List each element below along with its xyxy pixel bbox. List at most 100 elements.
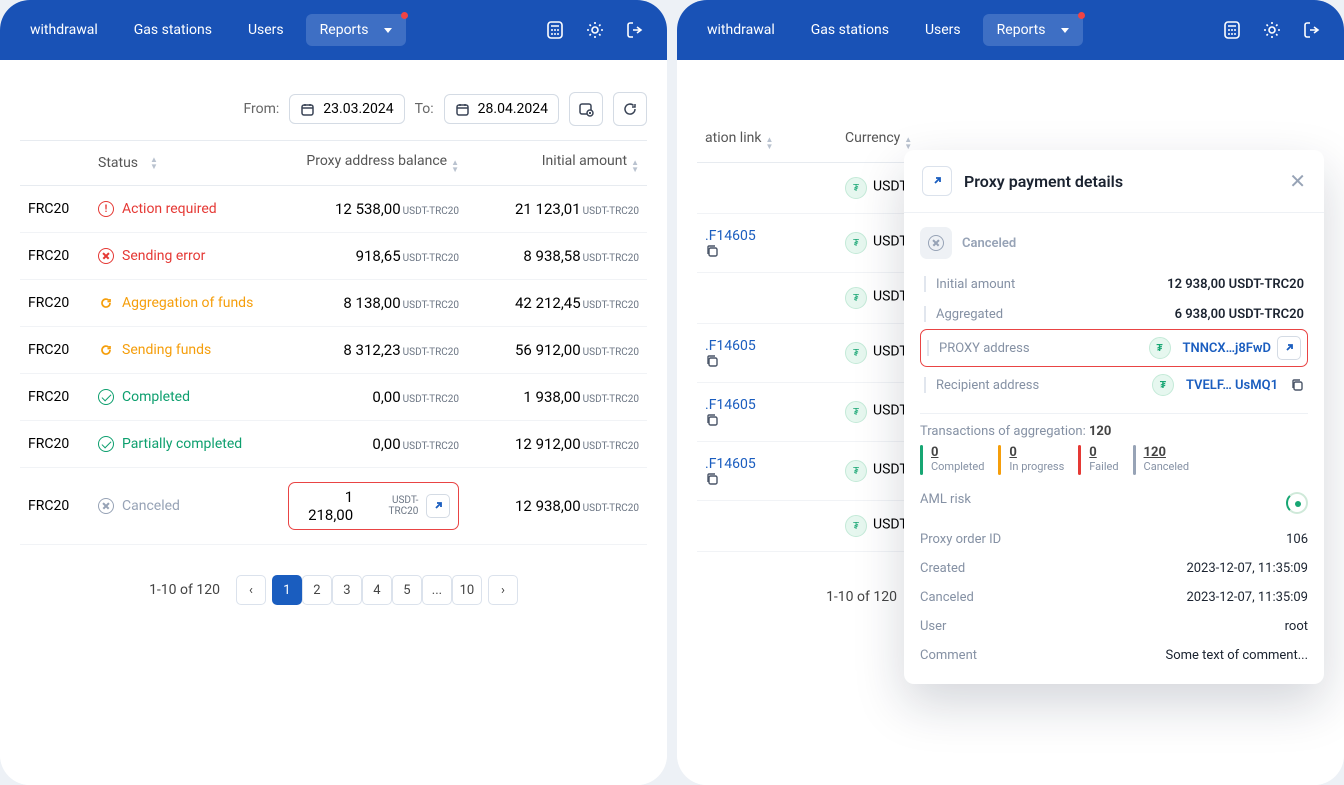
col-link[interactable]: ation link▲▼ — [697, 130, 837, 150]
page-info: 1-10 of 120 — [826, 589, 897, 605]
coin-icon: ₮ — [845, 177, 867, 199]
aml-risk-icon — [1286, 492, 1308, 514]
chevron-down-icon — [384, 28, 392, 33]
proxy-payment-details-modal: Proxy payment details ✕ Canceled Initial… — [904, 150, 1324, 684]
table-row[interactable]: FRC20 Partially completed 0,00USDT-TRC20… — [20, 421, 647, 468]
copy-button[interactable] — [705, 413, 829, 427]
page-prev[interactable]: ‹ — [236, 575, 266, 605]
page-5[interactable]: 5 — [392, 575, 422, 605]
coin-icon: ₮ — [845, 287, 867, 309]
copy-button[interactable] — [705, 244, 829, 258]
export-button[interactable] — [569, 92, 603, 126]
detail-row: Userroot — [920, 612, 1308, 641]
coin-icon: ₮ — [845, 515, 867, 537]
agg-segment: 0Completed — [920, 445, 984, 475]
page-1[interactable]: 1 — [272, 575, 302, 605]
detail-row: Proxy order ID106 — [920, 525, 1308, 554]
open-external-button[interactable] — [1277, 336, 1301, 360]
calculator-icon[interactable] — [539, 14, 571, 46]
balance-cell: 0,00USDT-TRC20 — [280, 435, 467, 453]
col-balance[interactable]: Proxy address balance▲▼ — [280, 153, 467, 173]
from-date-picker[interactable]: 23.03.2024 — [289, 94, 404, 124]
logout-icon[interactable] — [619, 14, 651, 46]
nav-users[interactable]: Users — [911, 14, 975, 46]
appbar: withdrawal Gas stations Users Reports — [0, 0, 667, 60]
table-row[interactable]: FRC20 Sending funds 8 312,23USDT-TRC20 5… — [20, 327, 647, 374]
page-4[interactable]: 4 — [362, 575, 392, 605]
canceled-icon — [920, 227, 952, 259]
status-cell: Action required — [90, 201, 280, 217]
hash-link[interactable]: .F14605 — [705, 228, 756, 244]
nav-users[interactable]: Users — [234, 14, 298, 46]
balance-cell: 8 312,23USDT-TRC20 — [280, 341, 467, 359]
status-cell: Aggregation of funds — [90, 295, 280, 311]
table-row[interactable]: FRC20 Action required 12 538,00USDT-TRC2… — [20, 186, 647, 233]
page-2[interactable]: 2 — [302, 575, 332, 605]
page-10[interactable]: 10 — [452, 575, 482, 605]
nav-gas-stations[interactable]: Gas stations — [797, 14, 903, 46]
balance-cell: 918,65USDT-TRC20 — [280, 247, 467, 265]
close-button[interactable]: ✕ — [1289, 169, 1306, 193]
from-label: From: — [243, 101, 279, 117]
status-cell: Completed — [90, 389, 280, 405]
right-app: withdrawal Gas stations Users Reports at… — [677, 0, 1344, 785]
copy-button[interactable] — [705, 472, 829, 486]
pagination: 1-10 of 120 ‹ 12345...10 › — [20, 545, 647, 615]
page-next[interactable]: › — [488, 575, 518, 605]
calendar-icon — [455, 102, 470, 117]
copy-button[interactable] — [705, 354, 829, 368]
refresh-button[interactable] — [613, 92, 647, 126]
status-row: Canceled — [920, 227, 1308, 259]
external-link-icon — [922, 166, 952, 196]
table-row[interactable]: FRC20 Canceled 1 218,00USDT-TRC20 12 938… — [20, 468, 647, 545]
hash-link[interactable]: .F14605 — [705, 456, 756, 472]
table-row[interactable]: FRC20 Sending error 918,65USDT-TRC20 8 9… — [20, 233, 647, 280]
calendar-icon — [300, 102, 315, 117]
proxy-address-link[interactable]: TNNCX…j8FwD — [1183, 341, 1272, 356]
copy-button[interactable] — [1290, 378, 1304, 392]
agg-segment: 0In progress — [998, 445, 1064, 475]
col-status[interactable]: Status▲▼ — [90, 153, 280, 173]
page-3[interactable]: 3 — [332, 575, 362, 605]
detail-row: Created2023-12-07, 11:35:09 — [920, 554, 1308, 583]
aggregation-label: Transactions of aggregation: 120 — [920, 424, 1308, 439]
nav-withdrawal[interactable]: withdrawal — [16, 14, 112, 46]
agg-segment: 120Canceled — [1133, 445, 1190, 475]
hash-link[interactable]: .F14605 — [705, 397, 756, 413]
logout-icon[interactable] — [1296, 14, 1328, 46]
table-header: Status▲▼ Proxy address balance▲▼ Initial… — [20, 141, 647, 186]
calculator-icon[interactable] — [1216, 14, 1248, 46]
modal-title: Proxy payment details — [964, 172, 1277, 191]
col-currency[interactable]: Currency▲▼ — [837, 130, 927, 150]
to-label: To: — [415, 101, 434, 117]
recipient-address-link[interactable]: TVELF… UsMQ1 — [1186, 378, 1278, 393]
nav-reports[interactable]: Reports — [306, 14, 406, 46]
nav-reports[interactable]: Reports — [983, 14, 1083, 46]
balance-cell: 0,00USDT-TRC20 — [280, 388, 467, 406]
nav-gas-stations[interactable]: Gas stations — [120, 14, 226, 46]
proxy-address-row: PROXY address₮TNNCX…j8FwD — [920, 329, 1308, 367]
detail-row: AML risk — [920, 485, 1308, 525]
initial-cell: 42 212,45USDT-TRC20 — [467, 294, 647, 312]
settings-icon[interactable] — [579, 14, 611, 46]
coin-icon: ₮ — [1149, 337, 1171, 359]
page-...[interactable]: ... — [422, 575, 452, 605]
to-date-picker[interactable]: 28.04.2024 — [444, 94, 559, 124]
table-body: FRC20 Action required 12 538,00USDT-TRC2… — [20, 186, 647, 545]
table-row[interactable]: FRC20 Completed 0,00USDT-TRC20 1 938,00U… — [20, 374, 647, 421]
coin-icon: ₮ — [845, 342, 867, 364]
open-details-button[interactable] — [426, 494, 450, 518]
col-initial[interactable]: Initial amount▲▼ — [467, 153, 647, 173]
status-cell: Sending funds — [90, 342, 280, 358]
settings-icon[interactable] — [1256, 14, 1288, 46]
coin-icon: ₮ — [1152, 374, 1174, 396]
balance-cell: 1 218,00USDT-TRC20 — [280, 482, 467, 530]
initial-cell: 1 938,00USDT-TRC20 — [467, 388, 647, 406]
hash-link[interactable]: .F14605 — [705, 338, 756, 354]
initial-cell: 21 123,01USDT-TRC20 — [467, 200, 647, 218]
table-row[interactable]: FRC20 Aggregation of funds 8 138,00USDT-… — [20, 280, 647, 327]
initial-cell: 8 938,58USDT-TRC20 — [467, 247, 647, 265]
status-cell: Sending error — [90, 248, 280, 264]
nav-withdrawal[interactable]: withdrawal — [693, 14, 789, 46]
initial-cell: 56 912,00USDT-TRC20 — [467, 341, 647, 359]
